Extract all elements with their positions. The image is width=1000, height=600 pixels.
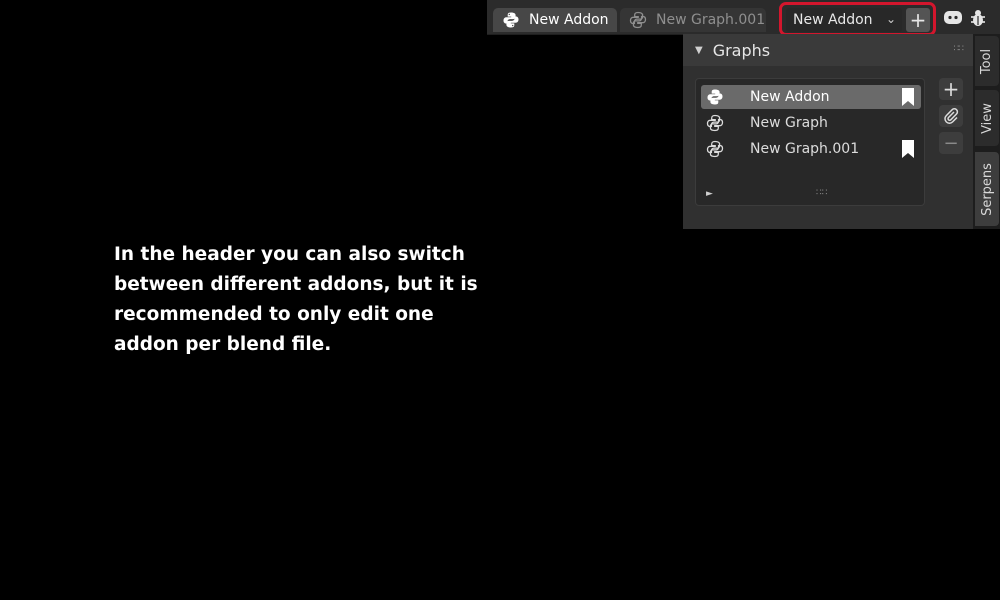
graphs-panel: ▼ Graphs ∷∷ New Addon New Graph New Grap… [683, 34, 973, 229]
panel-title: Graphs [712, 40, 771, 60]
tab-new-graph-001[interactable]: New Graph.001 [620, 8, 766, 32]
add-addon-button[interactable]: + [906, 8, 930, 32]
add-graph-button[interactable]: + [939, 77, 963, 101]
tutorial-caption: In the header you can also switch betwee… [114, 244, 478, 355]
addon-selector-value: New Addon [793, 12, 873, 28]
tab-view[interactable]: View [975, 90, 999, 146]
sidebar-tabs: Tool View Serpens [973, 34, 1000, 229]
collapse-triangle-icon[interactable]: ▼ [695, 45, 703, 56]
tab-label: New Addon [529, 12, 609, 28]
tab-view-label: View [979, 102, 995, 134]
list-item-new-graph[interactable]: New Graph [701, 111, 921, 135]
python-icon [704, 86, 726, 108]
discord-icon[interactable] [942, 7, 964, 29]
graphs-panel-header[interactable]: ▼ Graphs ∷∷ [683, 34, 973, 66]
tab-label: New Graph.001 [656, 12, 766, 28]
paperclip-icon[interactable] [939, 105, 963, 127]
python-icon [704, 138, 726, 160]
bug-icon[interactable] [967, 7, 989, 29]
tab-tool[interactable]: Tool [975, 36, 999, 86]
bookmark-icon[interactable] [901, 88, 915, 110]
tab-serpens[interactable]: Serpens [975, 152, 999, 226]
list-resize-grip-icon[interactable]: ∷∷ [816, 188, 827, 198]
list-item-label: New Addon [750, 89, 830, 105]
list-item-new-addon[interactable]: New Addon [701, 85, 921, 109]
graph-editor-header: New Addon New Graph.001 New Addon ⌄ + [487, 0, 1000, 36]
python-icon [628, 10, 648, 30]
list-item-label: New Graph [750, 115, 828, 131]
tab-tool-label: Tool [979, 48, 995, 74]
bookmark-icon[interactable] [901, 140, 915, 162]
python-icon [501, 10, 521, 30]
chevron-down-icon: ⌄ [885, 12, 896, 26]
list-item-new-graph-001[interactable]: New Graph.001 [701, 137, 921, 161]
drag-grip-icon[interactable]: ∷∷ [954, 44, 965, 54]
list-item-label: New Graph.001 [750, 141, 860, 157]
graph-list: New Addon New Graph New Graph.001 ► ∷∷ [695, 78, 925, 206]
python-icon [704, 112, 726, 134]
remove-graph-button[interactable]: − [939, 132, 963, 154]
tab-new-addon[interactable]: New Addon [493, 8, 617, 32]
addon-switcher-highlight: New Addon ⌄ + [779, 2, 936, 36]
addon-selector-dropdown[interactable]: New Addon ⌄ [786, 8, 902, 32]
tab-serpens-label: Serpens [979, 162, 995, 216]
expand-triangle-icon[interactable]: ► [706, 189, 713, 199]
